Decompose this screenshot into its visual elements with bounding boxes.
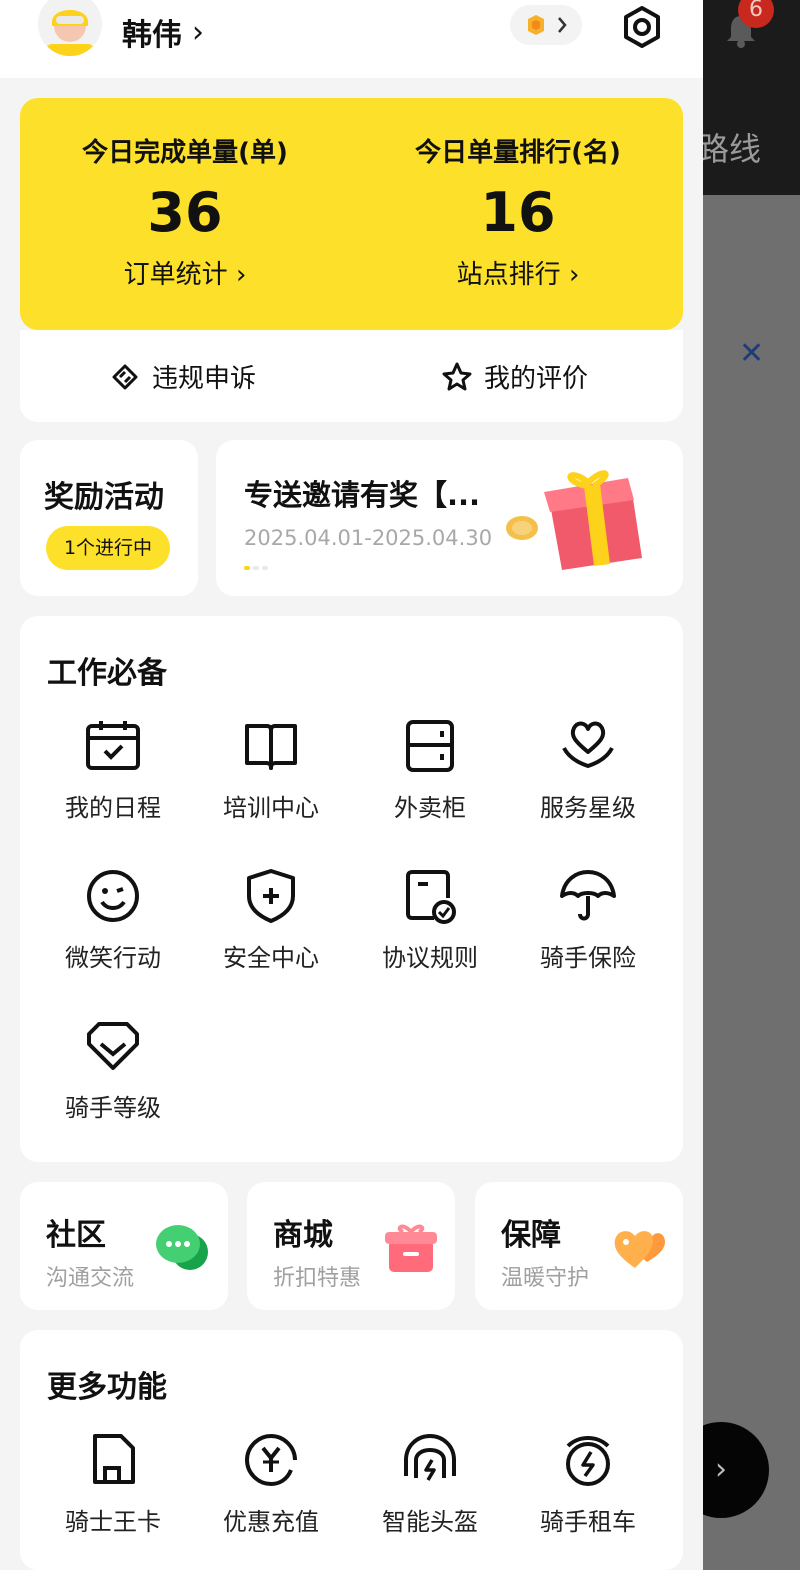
promo-banner[interactable]: 专送邀请有奖【... 2025.04.01-2025.04.30 [216, 440, 683, 596]
level-pill[interactable] [510, 5, 582, 45]
gift-icon [506, 470, 642, 570]
grid-item-label: 骑手保险 [540, 944, 636, 972]
station-rank-link[interactable]: 站点排行 › [353, 254, 683, 291]
grid-item-sim-card[interactable]: 骑士王卡 [34, 1432, 192, 1537]
heart-hand-icon [562, 721, 614, 769]
grid-item-agreement[interactable]: 协议规则 [351, 868, 509, 973]
protection-card[interactable]: 保障 温暖守护 [475, 1182, 683, 1310]
grid-item-recharge[interactable]: 优惠充值 [192, 1432, 350, 1537]
grid-item-label: 外卖柜 [394, 794, 466, 822]
settings-icon[interactable] [619, 4, 665, 50]
side-drawer: 韩伟 › 今日完成单量(单) 36 订单统计 › 今日单量排行(名) 16 站点… [0, 0, 703, 1570]
completed-orders-label: 今日完成单量(单) [82, 138, 288, 168]
reward-activity-card[interactable]: 奖励活动 1个进行中 [20, 440, 198, 596]
grid-item-label: 我的日程 [65, 794, 161, 822]
grid-item-label: 优惠充值 [223, 1508, 319, 1536]
section-title: 工作必备 [47, 656, 167, 691]
grid-item-insurance[interactable]: 骑手保险 [509, 868, 667, 973]
calendar-icon [86, 721, 140, 770]
hexagon-badge-icon [528, 15, 567, 35]
order-stats-label: 订单统计 [123, 260, 228, 290]
mall-card[interactable]: 商城 折扣特惠 [247, 1182, 455, 1310]
background-header: 6 路线 [697, 0, 800, 195]
battery-swap-icon [566, 1435, 610, 1486]
promo-title: 专送邀请有奖【... [244, 478, 481, 512]
gift-box-icon [385, 1224, 437, 1272]
section-title: 更多功能 [47, 1370, 167, 1405]
completed-orders-stat: 今日完成单量(单) 36 订单统计 › [20, 132, 350, 291]
chevron-right-icon: › [235, 260, 247, 290]
community-title: 社区 [46, 1218, 106, 1253]
book-icon [245, 724, 297, 770]
my-rating-label: 我的评价 [484, 364, 589, 394]
reward-title: 奖励活动 [44, 480, 164, 515]
grid-item-label: 培训中心 [223, 794, 319, 822]
grid-item-schedule[interactable]: 我的日程 [34, 718, 192, 823]
quick-actions: 违规申诉 我的评价 [20, 330, 683, 422]
background-text: 路线 [697, 130, 762, 168]
grid-item-training[interactable]: 培训中心 [192, 718, 350, 823]
grid-item-safety[interactable]: 安全中心 [192, 868, 350, 973]
order-stats-link[interactable]: 订单统计 › [20, 254, 350, 291]
more-features-section: 更多功能 骑士王卡 优惠充值 智能头盔 骑手租车 [20, 1330, 683, 1570]
appeal-label: 违规申诉 [152, 364, 257, 394]
protection-title: 保障 [501, 1218, 561, 1253]
rider-avatar-icon [46, 10, 94, 56]
grid-item-locker[interactable]: 外卖柜 [351, 718, 509, 823]
completed-orders-value: 36 [147, 181, 223, 244]
grid-item-label: 安全中心 [223, 944, 319, 972]
grid-item-label: 骑手租车 [540, 1508, 636, 1536]
ongoing-badge: 1个进行中 [46, 526, 170, 570]
appeal-button[interactable]: 违规申诉 [108, 358, 256, 395]
order-rank-label: 今日单量排行(名) [415, 138, 621, 168]
document-check-icon [406, 870, 456, 924]
yen-icon [244, 1433, 297, 1487]
heart-icon [614, 1231, 665, 1268]
umbrella-icon [560, 870, 616, 921]
avatar[interactable] [38, 0, 102, 56]
smile-icon [87, 870, 139, 922]
community-subtitle: 沟通交流 [46, 1266, 135, 1291]
carousel-indicator [244, 566, 268, 570]
chevron-right-icon: › [568, 260, 580, 290]
profile-header: 韩伟 › [0, 0, 703, 78]
daily-stats-card: 今日完成单量(单) 36 订单统计 › 今日单量排行(名) 16 站点排行 › [20, 98, 683, 330]
station-rank-label: 站点排行 [456, 260, 561, 290]
username: 韩伟 [122, 18, 182, 53]
work-essentials-section: 工作必备 我的日程 培训中心 外卖柜 服务星级 微笑行动 安全中心 协议规则 骑… [20, 616, 683, 1162]
grid-item-label: 服务星级 [540, 794, 636, 822]
grid-item-smile[interactable]: 微笑行动 [34, 868, 192, 973]
promo-date: 2025.04.01-2025.04.30 [244, 526, 493, 550]
mall-subtitle: 折扣特惠 [273, 1266, 362, 1291]
chevron-right-icon: › [715, 1452, 727, 1487]
community-card[interactable]: 社区 沟通交流 [20, 1182, 228, 1310]
badge-icon [87, 1022, 139, 1070]
order-rank-value: 16 [480, 181, 556, 244]
chat-icon [156, 1225, 208, 1270]
shield-icon [247, 869, 295, 923]
username-link[interactable]: 韩伟 › [122, 10, 204, 54]
grid-item-label: 协议规则 [382, 944, 478, 972]
locker-icon [406, 720, 454, 772]
sim-card-icon [93, 1434, 135, 1484]
helmet-icon [404, 1433, 456, 1481]
close-icon[interactable]: ✕ [739, 336, 764, 371]
grid-item-smart-helmet[interactable]: 智能头盔 [351, 1432, 509, 1537]
grid-item-label: 骑士王卡 [65, 1508, 161, 1536]
grid-item-label: 智能头盔 [382, 1508, 478, 1536]
mall-title: 商城 [273, 1218, 333, 1253]
grid-item-rider-level[interactable]: 骑手等级 [34, 1018, 192, 1123]
my-rating-button[interactable]: 我的评价 [440, 358, 588, 395]
order-rank-stat: 今日单量排行(名) 16 站点排行 › [353, 132, 683, 291]
grid-item-service-star[interactable]: 服务星级 [509, 718, 667, 823]
gavel-icon [112, 364, 138, 389]
star-icon [442, 362, 472, 390]
background-overlay[interactable]: 6 路线 ✕ › [673, 0, 800, 1570]
protection-subtitle: 温暖守护 [501, 1266, 590, 1291]
grid-item-label: 微笑行动 [65, 944, 161, 972]
grid-item-rent-vehicle[interactable]: 骑手租车 [509, 1432, 667, 1537]
grid-item-label: 骑手等级 [65, 1094, 161, 1122]
chevron-right-icon: › [192, 14, 204, 50]
